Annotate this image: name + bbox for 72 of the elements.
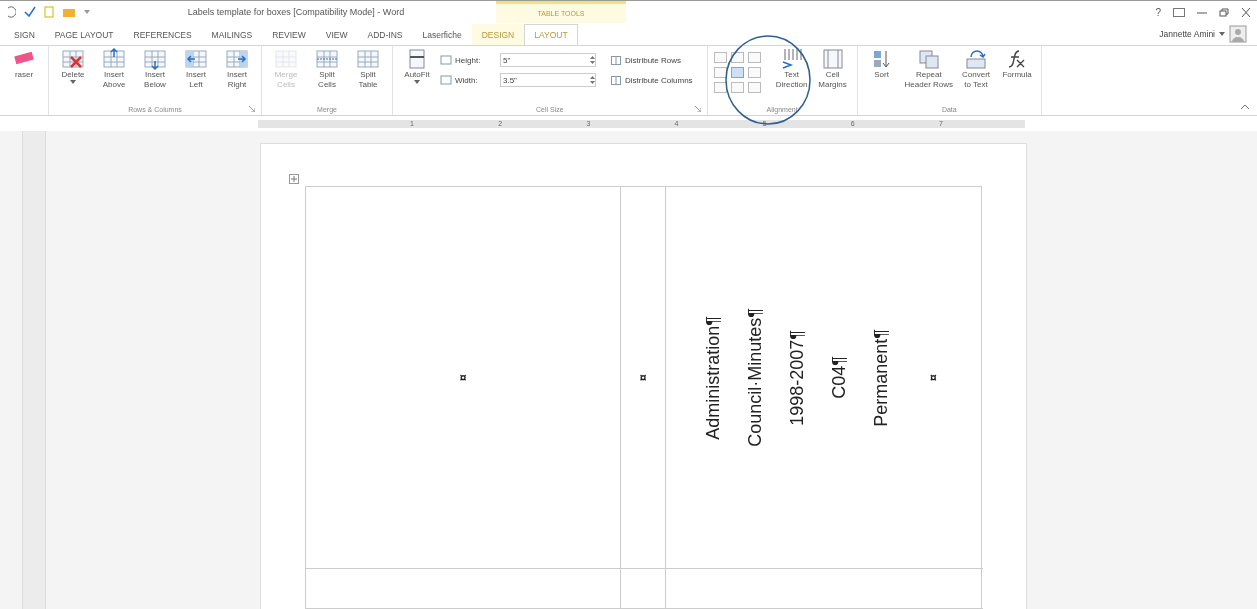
field-label: Width: [455,75,479,85]
ribbon-button[interactable]: AutoFit [399,48,435,85]
align-button[interactable] [730,52,744,63]
table-icon [611,55,621,65]
user-name[interactable]: Jannette Amini [1159,29,1215,39]
ribbon-button[interactable]: Insert Below [137,48,173,90]
restore-icon [1219,7,1229,17]
close-icon [1241,7,1251,17]
size-icon [440,75,452,85]
ribbon-button[interactable]: Insert Above [96,48,132,90]
field-label: Height: [455,55,482,65]
caret-icon [70,80,76,85]
end-of-cell-mark: ¤ [639,370,647,385]
ribbon-button[interactable]: Repeat Header Rows [904,48,954,90]
spinner-icon [590,76,595,84]
ribbon-button[interactable]: Insert Right [219,48,255,90]
ribbon-tab[interactable]: VIEW [315,24,358,45]
ribbon-tab[interactable]: REFERENCES [123,24,202,45]
table-move-handle-icon[interactable] [289,174,299,184]
ribbon-button[interactable]: Delete [55,48,91,85]
undo-icon [6,6,16,18]
caret-icon [414,80,420,85]
cell-text: Administration¶ [702,315,724,440]
caret-icon [1219,31,1225,37]
insert-left-icon [183,48,209,70]
ribbon-button[interactable]: Split Cells [309,48,345,90]
ribbon-tab[interactable]: Laserfiche [412,24,472,45]
cell-text: 1998-2007¶ [786,329,808,426]
ribbon-tab[interactable]: PAGE LAYOUT [44,24,124,45]
caret-icon [84,9,90,15]
split-cells-icon [314,48,340,70]
size-icon [440,55,452,65]
ribbon-tab[interactable]: MAILINGS [201,24,263,45]
distribute-button[interactable]: Distribute Columns [611,72,693,88]
end-of-cell-mark: ¤ [930,370,937,385]
ribbon-tab[interactable]: ADD-INS [357,24,413,45]
dialog-launcher-icon[interactable] [249,106,255,113]
size-field[interactable]: 3.5" [500,73,596,87]
document-icon [44,6,54,18]
ribbon-button[interactable]: raser [6,48,42,80]
ribbon-button[interactable]: Formula [999,48,1036,80]
ribbon-button[interactable]: Text Direction [773,48,810,90]
collapse-icon[interactable] [1241,104,1249,110]
table-delete-icon [60,48,86,70]
spinner-icon [590,56,595,64]
align-button[interactable] [713,67,727,78]
dialog-launcher-icon[interactable] [694,106,701,113]
cell-text: Council·Minutes¶ [744,308,766,447]
split-table-icon [355,48,381,70]
ribbon-button[interactable]: Insert Left [178,48,214,90]
ribbon-button[interactable]: Convert to Text [958,48,995,90]
cell-text: C04¶ [828,356,850,399]
ribbon-button[interactable]: Cell Margins [814,48,851,90]
end-of-cell-mark: ¤ [459,370,467,385]
folder-icon [62,6,76,18]
ribbon-button[interactable]: Sort [863,48,900,80]
size-field[interactable]: 5" [500,53,596,67]
ribbon-tab[interactable]: REVIEW [262,24,316,45]
ribbon-button[interactable]: Split Table [350,48,386,90]
table-icon [611,75,621,85]
ribbon-display-icon [1173,7,1185,17]
distribute-button[interactable]: Distribute Rows [611,52,693,68]
check-icon [24,6,36,18]
align-button[interactable] [713,82,727,93]
insert-right-icon [224,48,250,70]
window-title: Labels template for boxes [Compatibility Mode] - Word [186,7,406,17]
insert-above-icon [101,48,127,70]
cell-text: Permanent¶ [870,328,892,427]
help-button[interactable]: ? [1155,6,1161,18]
ribbon-tab[interactable]: SIGN [4,24,45,45]
avatar-icon [1229,25,1247,43]
insert-below-icon [142,48,168,70]
